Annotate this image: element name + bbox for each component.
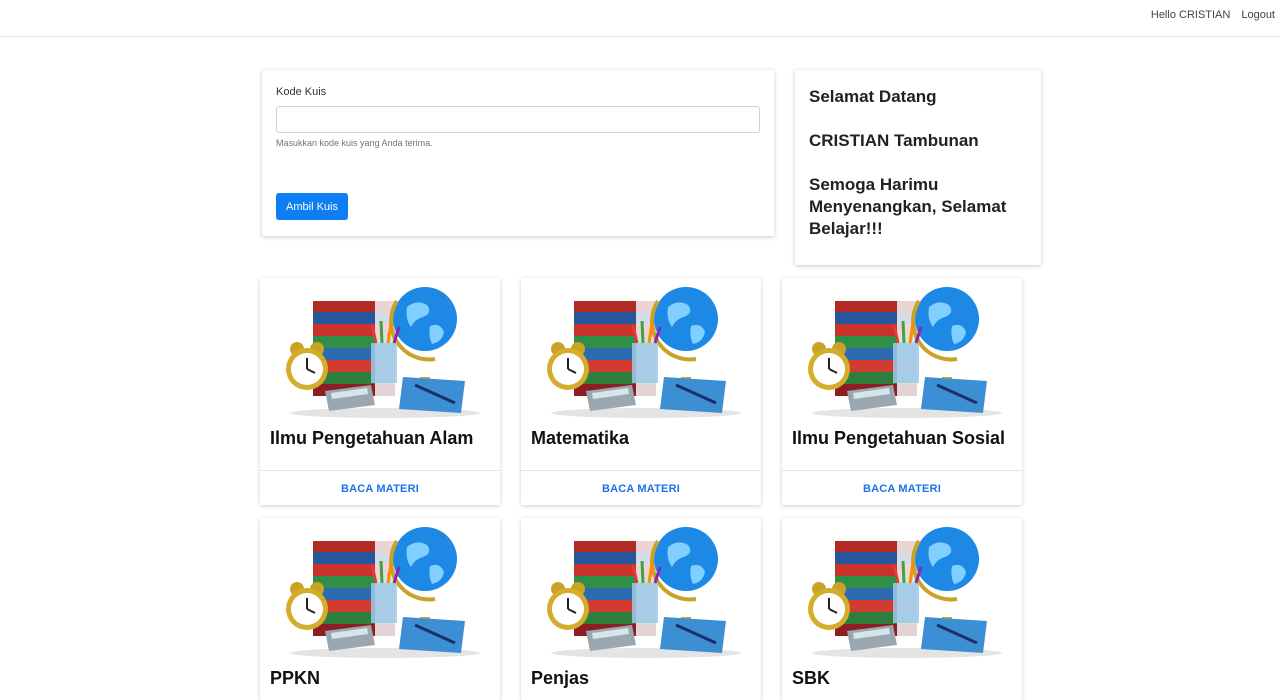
- read-material-label: BACA MATERI: [602, 483, 680, 495]
- top-navbar: Hello CRISTIAN Logout: [0, 0, 1280, 37]
- quiz-code-help-text: Masukkan kode kuis yang Anda terima.: [276, 138, 433, 148]
- subject-image: [797, 521, 1007, 661]
- subject-card: Ilmu Pengetahuan Alam BACA MATERI: [260, 278, 500, 505]
- quiz-code-input[interactable]: [276, 106, 760, 133]
- read-material-button[interactable]: BACA MATERI: [260, 470, 500, 505]
- subject-title: Ilmu Pengetahuan Sosial: [792, 428, 1006, 448]
- welcome-card: Selamat Datang CRISTIAN Tambunan Semoga …: [795, 70, 1041, 265]
- read-material-button[interactable]: BACA MATERI: [782, 470, 1022, 505]
- read-material-label: BACA MATERI: [863, 483, 941, 495]
- subject-title: Penjas: [531, 668, 590, 688]
- welcome-user-name: CRISTIAN Tambunan: [809, 131, 979, 150]
- welcome-heading: Selamat Datang: [809, 87, 937, 106]
- take-quiz-button[interactable]: Ambil Kuis: [276, 193, 348, 220]
- subject-image: [536, 521, 746, 661]
- subject-image: [536, 281, 746, 421]
- subject-title: PPKN: [270, 668, 321, 688]
- subject-image: [275, 521, 485, 661]
- subject-image: [797, 281, 1007, 421]
- subject-title: Matematika: [531, 428, 630, 448]
- user-greeting: Hello CRISTIAN: [1150, 9, 1231, 21]
- subject-card: Penjas: [521, 518, 761, 700]
- read-material-button[interactable]: BACA MATERI: [521, 470, 761, 505]
- subject-title: SBK: [792, 668, 831, 688]
- user-nav: Hello CRISTIAN Logout: [1151, 9, 1275, 21]
- subject-image: [275, 281, 485, 421]
- subject-title: Ilmu Pengetahuan Alam: [270, 428, 474, 448]
- subject-card: PPKN: [260, 518, 500, 700]
- logout-link[interactable]: Logout: [1241, 9, 1275, 21]
- quiz-code-card: Kode Kuis Masukkan kode kuis yang Anda t…: [262, 70, 774, 236]
- quiz-code-label: Kode Kuis: [276, 86, 327, 98]
- subject-card: Ilmu Pengetahuan Sosial BACA MATERI: [782, 278, 1022, 505]
- read-material-label: BACA MATERI: [341, 483, 419, 495]
- subject-card: SBK: [782, 518, 1022, 700]
- subject-card: Matematika BACA MATERI: [521, 278, 761, 505]
- welcome-message: Semoga Harimu Menyenangkan, Selamat Bela…: [809, 175, 1007, 238]
